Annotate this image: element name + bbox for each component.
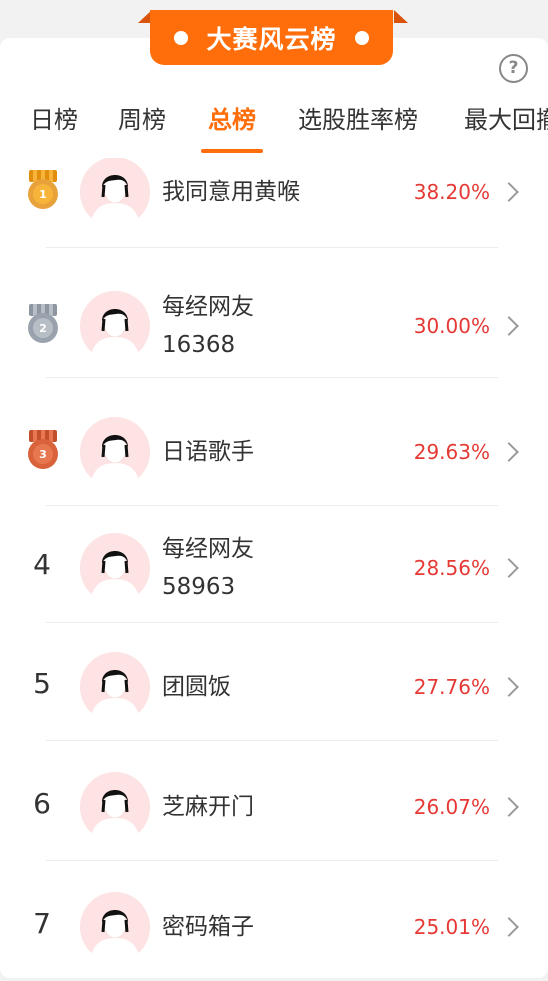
chevron-right-icon[interactable] (499, 182, 519, 202)
tab-weekly[interactable]: 周榜 (118, 100, 166, 158)
chevron-right-icon[interactable] (499, 558, 519, 578)
user-name: 每经网友 58963 (162, 530, 254, 606)
win-rate-value: 26.07% (413, 795, 490, 819)
tab-label: 选股胜率榜 (298, 106, 418, 134)
tab-overall[interactable]: 总榜 (201, 100, 263, 158)
avatar[interactable] (80, 291, 150, 361)
user-name: 每经网友 16368 (162, 288, 254, 364)
row-divider (46, 860, 498, 861)
banner-dot-left (174, 30, 189, 45)
user-name-line: 日语歌手 (162, 439, 254, 465)
tab-label: 周榜 (118, 106, 166, 134)
avatar[interactable] (80, 417, 150, 487)
help-icon[interactable]: ? (499, 54, 528, 83)
win-rate-value: 29.63% (413, 440, 490, 464)
win-rate-value: 38.20% (413, 180, 490, 204)
chevron-right-icon[interactable] (499, 677, 519, 697)
rank-number: 5 (33, 667, 51, 700)
gold-medal-icon: 1 (26, 170, 60, 210)
user-name: 密码箱子 (162, 908, 254, 946)
tab-daily[interactable]: 日榜 (30, 100, 78, 158)
avatar[interactable] (80, 772, 150, 842)
ranking-tabs: 日榜 周榜 总榜 选股胜率榜 最大回撤 (0, 100, 548, 158)
user-name-line: 密码箱子 (162, 914, 254, 940)
avatar[interactable] (80, 652, 150, 722)
tab-label: 最大回撤 (464, 106, 548, 134)
leaderboard-row[interactable]: 6 芝麻开门 26.07% (0, 743, 548, 861)
user-name-line: 团圆饭 (162, 674, 231, 700)
user-name-line: 58963 (162, 574, 236, 600)
win-rate-value: 25.01% (413, 915, 490, 939)
chevron-right-icon[interactable] (499, 797, 519, 817)
svg-text:2: 2 (39, 322, 47, 335)
user-name: 芝麻开门 (162, 788, 254, 826)
leaderboard-row[interactable]: 5 团圆饭 27.76% (0, 623, 548, 741)
user-name-line: 每经网友 (162, 294, 254, 320)
win-rate-value: 28.56% (413, 556, 490, 580)
tab-label: 总榜 (208, 106, 256, 134)
svg-text:1: 1 (39, 188, 47, 201)
chevron-right-icon[interactable] (499, 316, 519, 336)
silver-medal-icon: 2 (26, 304, 60, 344)
leaderboard-row[interactable]: 7 密码箱子 25.01% (0, 863, 548, 981)
leaderboard-row[interactable]: 1 我同意用黄喉 38.20% (0, 148, 548, 248)
user-name-line: 16368 (162, 332, 236, 358)
user-name: 日语歌手 (162, 433, 254, 471)
leaderboard-row[interactable]: 2 每经网友 16368 30.00% (0, 263, 548, 378)
chevron-right-icon[interactable] (499, 442, 519, 462)
win-rate-value: 27.76% (413, 675, 490, 699)
row-divider (46, 377, 498, 378)
tab-win-rate[interactable]: 选股胜率榜 (298, 100, 418, 158)
user-name-line: 每经网友 (162, 536, 254, 562)
avatar[interactable] (80, 892, 150, 962)
avatar[interactable] (80, 533, 150, 603)
banner-title: 大赛风云榜 (206, 24, 337, 54)
title-banner: 大赛风云榜 (138, 10, 408, 68)
row-divider (46, 740, 498, 741)
user-name: 我同意用黄喉 (162, 173, 300, 211)
svg-text:3: 3 (39, 448, 47, 461)
tab-max-drawdown[interactable]: 最大回撤 (464, 100, 548, 158)
rank-number: 4 (33, 548, 51, 581)
banner-body: 大赛风云榜 (150, 10, 393, 65)
chevron-right-icon[interactable] (499, 917, 519, 937)
active-tab-underline (201, 149, 263, 153)
rank-number: 7 (33, 907, 51, 940)
user-name: 团圆饭 (162, 668, 231, 706)
user-name-line: 芝麻开门 (162, 794, 254, 820)
bronze-medal-icon: 3 (26, 430, 60, 470)
leaderboard-row[interactable]: 4 每经网友 58963 28.56% (0, 503, 548, 623)
banner-ear-right (394, 10, 408, 23)
user-name-line: 我同意用黄喉 (162, 179, 300, 205)
avatar[interactable] (80, 157, 150, 227)
tab-label: 日榜 (30, 106, 78, 134)
banner-dot-right (354, 30, 369, 45)
row-divider (46, 247, 498, 248)
leaderboard-row[interactable]: 3 日语歌手 29.63% (0, 388, 548, 506)
rank-number: 6 (33, 787, 51, 820)
win-rate-value: 30.00% (413, 314, 490, 338)
